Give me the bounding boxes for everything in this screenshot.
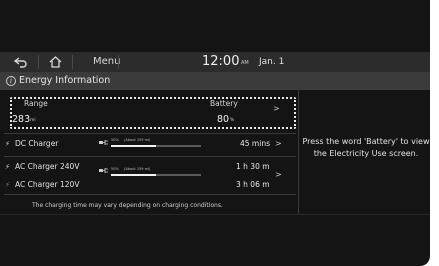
lightning-bolt-icon: ⚡ <box>5 163 10 171</box>
clock-ampm: AM <box>241 60 249 66</box>
home-icon <box>49 56 61 68</box>
chevron-right-icon: > <box>275 139 282 148</box>
range-value: 283 <box>12 114 31 125</box>
dc-charge-bar <box>111 145 201 147</box>
guidance-text: Press the word 'Battery' to view the Ele… <box>302 137 430 158</box>
ac-target-percent: 50% <box>111 167 119 171</box>
divider <box>72 55 73 69</box>
menu-label: Menu <box>93 56 121 67</box>
battery-unit: % <box>230 118 235 123</box>
ac-120v-label: AC Charger 120V <box>15 180 80 189</box>
menu-button[interactable]: Menu <box>78 53 121 71</box>
dc-charge-time: 45 mins <box>240 139 270 148</box>
range-battery-summary[interactable] <box>10 97 296 129</box>
chevron-right-icon: > <box>275 170 282 179</box>
ac-target-range: (About 159 mi) <box>124 167 151 171</box>
home-button[interactable] <box>42 53 68 71</box>
ac-120v-time: 3 h 06 m <box>236 180 270 189</box>
charging-plug-icon <box>99 140 108 145</box>
page-title-bar: i Energy Information <box>0 72 430 90</box>
dc-target-range: (About 159 mi) <box>124 138 151 142</box>
back-button[interactable] <box>8 53 34 71</box>
lightning-bolt-icon: ⚡ <box>5 140 10 148</box>
dc-charge-bar-fill <box>111 145 156 147</box>
ac-charge-bar <box>111 174 201 176</box>
charging-plug-icon <box>99 168 108 173</box>
ac-240v-label: AC Charger 240V <box>15 162 80 171</box>
panel-divider <box>298 90 299 214</box>
divider <box>38 55 39 69</box>
status-bar: Menu 12:00 AM Jan. 1 <box>0 52 430 72</box>
page-title: Energy Information <box>19 75 111 86</box>
divider <box>118 55 119 69</box>
info-icon: i <box>6 76 16 86</box>
ac-240v-time: 1 h 30 m <box>236 162 270 171</box>
dc-target-percent: 50% <box>111 138 119 142</box>
infotainment-screen: Menu 12:00 AM Jan. 1 i Energy Informatio… <box>0 0 430 266</box>
range-unit: mi <box>30 118 36 123</box>
battery-value: 80 <box>217 114 230 125</box>
ac-charge-bar-fill <box>111 174 156 176</box>
range-label: Range <box>24 99 48 108</box>
bottom-divider <box>0 214 430 215</box>
clock-date: Jan. 1 <box>259 57 285 67</box>
chevron-right-icon: > <box>273 104 280 113</box>
battery-label[interactable]: Battery <box>210 99 238 109</box>
row-divider <box>4 194 296 195</box>
back-arrow-icon <box>14 56 27 68</box>
charging-time-note: The charging time may vary depending on … <box>32 202 223 209</box>
lightning-bolt-icon: ⚡ <box>5 181 10 189</box>
display-frame: Menu 12:00 AM Jan. 1 i Energy Informatio… <box>0 0 439 266</box>
dc-charger-label: DC Charger <box>15 139 59 148</box>
clock-time: 12:00 <box>202 54 240 69</box>
